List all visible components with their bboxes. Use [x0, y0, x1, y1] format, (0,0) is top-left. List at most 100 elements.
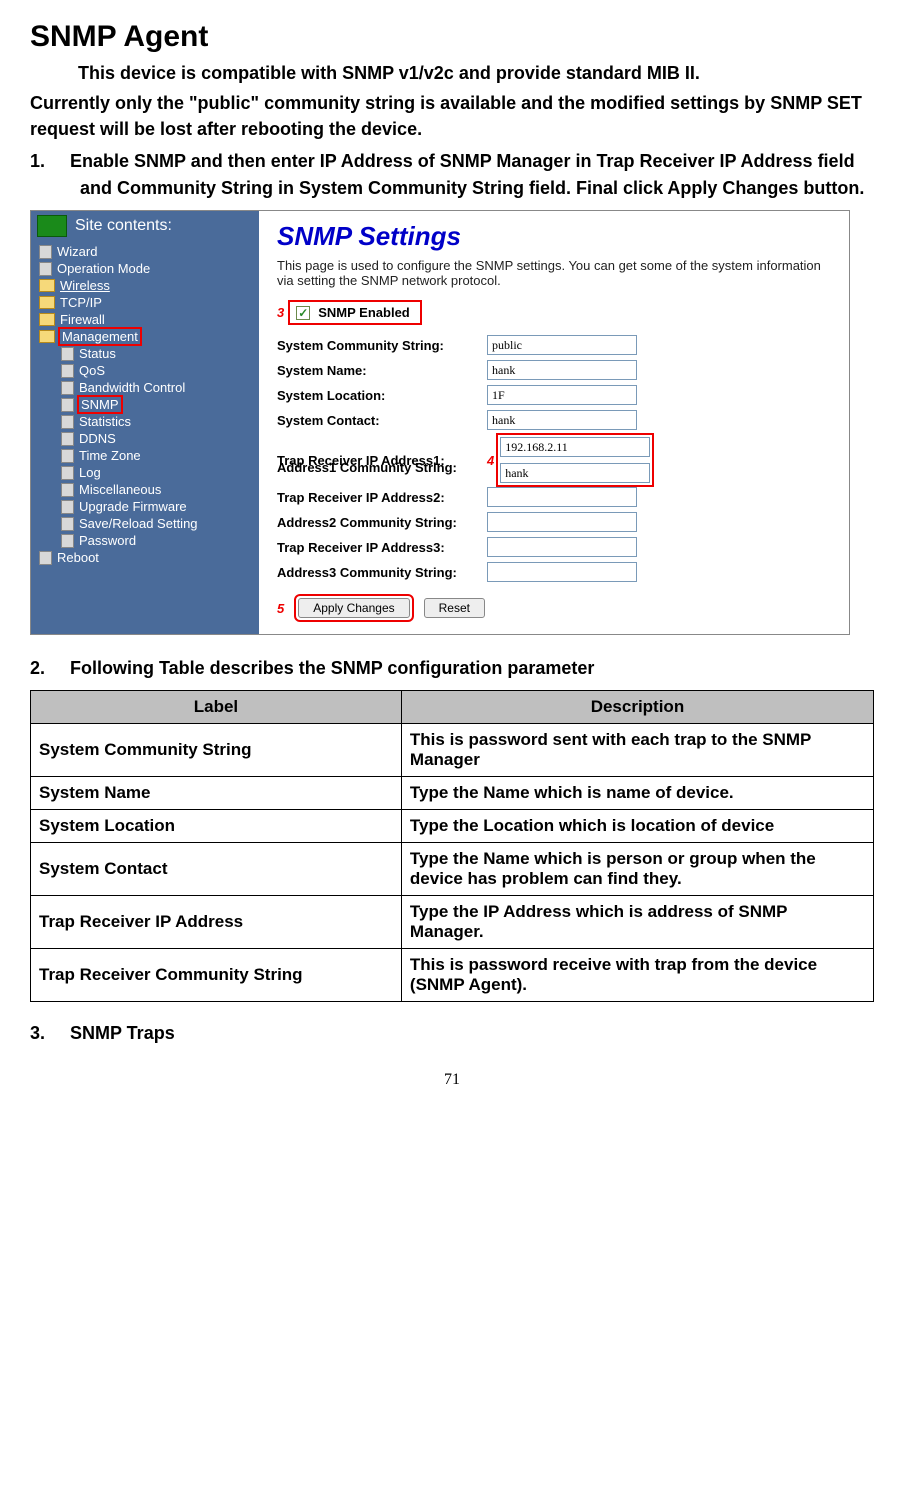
- row-trap2-ip: Trap Receiver IP Address2:: [277, 487, 837, 507]
- table-row: System LocationType the Location which i…: [31, 810, 874, 843]
- snmp-enabled-box: ✓ SNMP Enabled: [288, 300, 422, 325]
- page-icon: [39, 262, 52, 276]
- label-community-string: System Community String:: [277, 338, 487, 353]
- sidebar-item-ddns[interactable]: DDNS: [59, 430, 259, 447]
- sidebar-item-firewall[interactable]: Firewall: [37, 311, 259, 328]
- page-icon: [39, 245, 52, 259]
- input-trap1-ip[interactable]: [500, 437, 650, 457]
- input-system-name[interactable]: [487, 360, 637, 380]
- intro-paragraph: This device is compatible with SNMP v1/v…: [30, 60, 874, 142]
- page-icon: [61, 483, 74, 497]
- label-addr2-community: Address2 Community String:: [277, 515, 487, 530]
- row-trap1-ip: Trap Receiver IP Address1: 4: [277, 435, 837, 485]
- sidebar-item-operation-mode[interactable]: Operation Mode: [37, 260, 259, 277]
- page-icon: [61, 517, 74, 531]
- page-icon: [61, 398, 74, 412]
- label-trap1-ip: Trap Receiver IP Address1:: [277, 453, 487, 468]
- row-trap3-ip: Trap Receiver IP Address3:: [277, 537, 837, 557]
- page-icon: [39, 551, 52, 565]
- label-addr3-community: Address3 Community String:: [277, 565, 487, 580]
- folder-open-icon: [39, 330, 55, 343]
- input-addr1-community[interactable]: [500, 463, 650, 483]
- page-number: 71: [30, 1071, 874, 1089]
- sidebar-item-bandwidth[interactable]: Bandwidth Control: [59, 379, 259, 396]
- label-system-name: System Name:: [277, 363, 487, 378]
- sidebar-item-tcpip[interactable]: TCP/IP: [37, 294, 259, 311]
- input-trap2-ip[interactable]: [487, 487, 637, 507]
- page-icon: [61, 415, 74, 429]
- row-system-contact: System Contact:: [277, 410, 837, 430]
- sidebar-item-log[interactable]: Log: [59, 464, 259, 481]
- row-system-name: System Name:: [277, 360, 837, 380]
- snmp-parameter-table: Label Description System Community Strin…: [30, 690, 874, 1002]
- page-icon: [61, 364, 74, 378]
- marker-5: 5: [277, 601, 284, 616]
- input-system-contact[interactable]: [487, 410, 637, 430]
- sidebar-item-reboot[interactable]: Reboot: [37, 549, 259, 566]
- device-icon: [37, 215, 67, 237]
- row-addr2-community: Address2 Community String:: [277, 512, 837, 532]
- input-trap3-ip[interactable]: [487, 537, 637, 557]
- page-icon: [61, 449, 74, 463]
- page-icon: [61, 466, 74, 480]
- snmp-enabled-checkbox[interactable]: ✓: [296, 306, 310, 320]
- input-addr2-community[interactable]: [487, 512, 637, 532]
- snmp-heading: SNMP Settings: [277, 221, 837, 252]
- table-row: Trap Receiver Community StringThis is pa…: [31, 949, 874, 1002]
- th-description: Description: [401, 691, 873, 724]
- table-row: System NameType the Name which is name o…: [31, 777, 874, 810]
- page-icon: [61, 432, 74, 446]
- reset-button[interactable]: Reset: [424, 598, 485, 618]
- sidebar-item-wireless[interactable]: Wireless: [37, 277, 259, 294]
- sidebar-item-upgrade[interactable]: Upgrade Firmware: [59, 498, 259, 515]
- row-community-string: System Community String:: [277, 335, 837, 355]
- sidebar-item-password[interactable]: Password: [59, 532, 259, 549]
- page-icon: [61, 500, 74, 514]
- input-addr3-community[interactable]: [487, 562, 637, 582]
- label-system-contact: System Contact:: [277, 413, 487, 428]
- snmp-description: This page is used to configure the SNMP …: [277, 258, 837, 288]
- sidebar-item-statistics[interactable]: Statistics: [59, 413, 259, 430]
- apply-changes-button[interactable]: Apply Changes: [298, 598, 409, 618]
- row-system-location: System Location:: [277, 385, 837, 405]
- sidebar-item-misc[interactable]: Miscellaneous: [59, 481, 259, 498]
- step-1: 1.Enable SNMP and then enter IP Address …: [30, 148, 874, 202]
- sidebar-item-status[interactable]: Status: [59, 345, 259, 362]
- input-community-string[interactable]: [487, 335, 637, 355]
- sidebar: Site contents: Wizard Operation Mode Wir…: [31, 211, 259, 634]
- marker-4: 4: [487, 453, 494, 468]
- sidebar-item-qos[interactable]: QoS: [59, 362, 259, 379]
- sidebar-item-snmp[interactable]: SNMP: [59, 396, 259, 413]
- step-3: 3.SNMP Traps: [30, 1020, 874, 1047]
- table-row: System Community StringThis is password …: [31, 724, 874, 777]
- page-title: SNMP Agent: [30, 20, 874, 54]
- label-trap2-ip: Trap Receiver IP Address2:: [277, 490, 487, 505]
- step-2: 2.Following Table describes the SNMP con…: [30, 655, 874, 682]
- sidebar-header: Site contents:: [31, 211, 259, 241]
- sidebar-item-wizard[interactable]: Wizard: [37, 243, 259, 260]
- table-row: Trap Receiver IP AddressType the IP Addr…: [31, 896, 874, 949]
- row-addr3-community: Address3 Community String:: [277, 562, 837, 582]
- label-system-location: System Location:: [277, 388, 487, 403]
- folder-icon: [39, 279, 55, 292]
- page-icon: [61, 347, 74, 361]
- input-system-location[interactable]: [487, 385, 637, 405]
- folder-icon: [39, 313, 55, 326]
- button-row: 5 Apply Changes Reset: [277, 596, 837, 620]
- highlight-apply: Apply Changes: [296, 596, 411, 620]
- content-panel: SNMP Settings This page is used to confi…: [259, 211, 849, 634]
- snmp-settings-screenshot: Site contents: Wizard Operation Mode Wir…: [30, 210, 850, 635]
- th-label: Label: [31, 691, 402, 724]
- marker-3: 3: [277, 305, 284, 320]
- page-icon: [61, 534, 74, 548]
- page-icon: [61, 381, 74, 395]
- label-trap3-ip: Trap Receiver IP Address3:: [277, 540, 487, 555]
- sidebar-item-save-reload[interactable]: Save/Reload Setting: [59, 515, 259, 532]
- folder-icon: [39, 296, 55, 309]
- highlight-trap-inputs: [498, 435, 652, 485]
- sidebar-item-timezone[interactable]: Time Zone: [59, 447, 259, 464]
- sidebar-item-management[interactable]: Management: [37, 328, 259, 345]
- nav-tree: Wizard Operation Mode Wireless TCP/IP Fi…: [31, 241, 259, 576]
- snmp-enabled-label: SNMP Enabled: [318, 305, 410, 320]
- table-row: System ContactType the Name which is per…: [31, 843, 874, 896]
